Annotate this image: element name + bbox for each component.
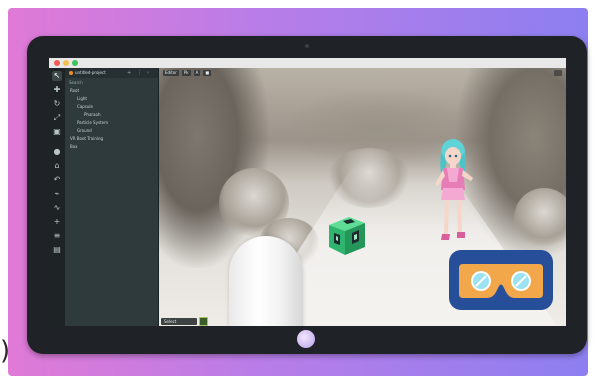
panel-title: untitled-project: [75, 70, 106, 75]
tree-item-box[interactable]: Box: [70, 144, 77, 150]
plus-icon[interactable]: +: [52, 217, 62, 227]
collapse-icon[interactable]: ‹: [147, 69, 149, 77]
home-button[interactable]: [297, 330, 315, 348]
window-titlebar: [49, 58, 566, 68]
tree-item-particles[interactable]: Particle System: [77, 120, 108, 126]
bounds-icon[interactable]: ▣: [52, 127, 62, 137]
tool-strip: ↖ ✚ ↻ ⤢ ▣ ● ⌂ ↶ ⌁ ∿ + ≡ ▤: [49, 68, 65, 326]
panel-header: untitled-project + ⋮ ‹: [65, 68, 158, 78]
code-icon[interactable]: ≡: [52, 231, 62, 241]
tree-item-light[interactable]: Light: [77, 96, 87, 102]
capsule-entity[interactable]: [229, 236, 303, 326]
menu-icon[interactable]: ⋮: [137, 69, 142, 77]
home-icon[interactable]: ⌂: [52, 161, 62, 171]
add-entity-icon[interactable]: +: [127, 69, 131, 77]
layers-icon[interactable]: ▤: [52, 245, 62, 255]
editor-screen: ↖ ✚ ↻ ⤢ ▣ ● ⌂ ↶ ⌁ ∿ + ≡ ▤ untitled-proje…: [49, 58, 566, 326]
play-toggle-button[interactable]: [199, 317, 208, 326]
scale-icon[interactable]: ⤢: [52, 113, 62, 123]
search-input[interactable]: Search: [69, 80, 83, 86]
viewport-editor-button[interactable]: Editor: [163, 70, 179, 76]
vr-goggles-icon: [459, 264, 543, 298]
front-camera: [305, 44, 309, 48]
link-icon[interactable]: ⌁: [52, 189, 62, 199]
selection-mode-chip[interactable]: Select: [161, 318, 197, 325]
cursor-icon[interactable]: ↖: [52, 71, 62, 81]
hierarchy-panel: untitled-project + ⋮ ‹ Search Root Light…: [65, 68, 159, 326]
edge-parenthesis-glyph: ): [0, 336, 11, 366]
viewport-options-button[interactable]: [554, 70, 562, 76]
close-window-button[interactable]: [54, 60, 60, 66]
viewport-a-button[interactable]: A: [193, 70, 201, 76]
minimize-window-button[interactable]: [63, 60, 69, 66]
tree-item-pharaoh[interactable]: Pharaoh: [84, 112, 100, 118]
move-icon[interactable]: ✚: [52, 85, 62, 95]
tree-item-vr-training[interactable]: VR Boot Training: [70, 136, 103, 142]
viewport-toolbar: Editor Pk A ■: [163, 70, 212, 76]
settings-icon[interactable]: ●: [52, 147, 62, 157]
tablet-device: ↖ ✚ ↻ ⤢ ▣ ● ⌂ ↶ ⌁ ∿ + ≡ ▤ untitled-proje…: [27, 36, 587, 354]
snow-bush: [514, 188, 566, 248]
undo-icon[interactable]: ↶: [52, 175, 62, 185]
viewport-stop-button[interactable]: ■: [203, 70, 212, 76]
vr-mode-button[interactable]: [449, 250, 553, 310]
maximize-window-button[interactable]: [72, 60, 78, 66]
anime-character-entity[interactable]: [427, 138, 477, 248]
green-cube-entity[interactable]: [325, 213, 369, 257]
curve-icon[interactable]: ∿: [52, 203, 62, 213]
app-logo-icon: [69, 71, 73, 75]
tree-item-ground[interactable]: Ground: [77, 128, 92, 134]
scene-viewport[interactable]: Editor Pk A ■ Select: [159, 68, 566, 326]
tree-item-root[interactable]: Root: [70, 88, 79, 94]
viewport-pk-button[interactable]: Pk: [181, 70, 191, 76]
tree-item-capsule[interactable]: Capsule: [77, 104, 93, 110]
rotate-icon[interactable]: ↻: [52, 99, 62, 109]
